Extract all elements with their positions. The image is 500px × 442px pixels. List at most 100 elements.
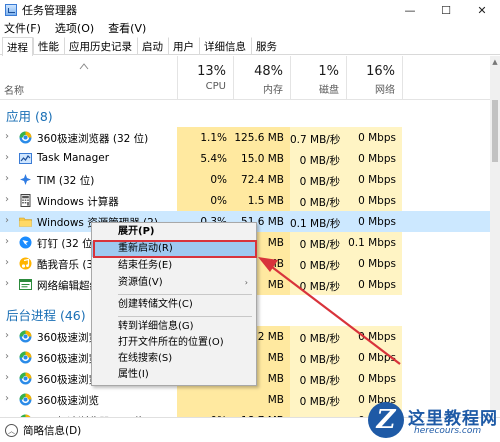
disk-cell: 0.7 MB/秒 bbox=[290, 127, 346, 148]
ctx-separator bbox=[118, 316, 252, 317]
network-cell: 0 Mbps bbox=[346, 253, 402, 274]
disk-cell: 0 MB/秒 bbox=[290, 190, 346, 211]
task-manager-icon bbox=[5, 4, 17, 16]
disk-cell: 0 MB/秒 bbox=[290, 326, 346, 347]
expand-chevron-icon[interactable]: › bbox=[5, 237, 13, 247]
collapse-up-icon: ︿ bbox=[5, 424, 18, 437]
process-name: 360极速浏览 bbox=[37, 374, 100, 386]
360-browser-icon bbox=[19, 330, 32, 343]
360-browser-icon bbox=[19, 131, 32, 144]
scroll-up-icon[interactable]: ▲ bbox=[490, 57, 500, 67]
ctx-end-task[interactable]: 结束任务(E) bbox=[92, 258, 256, 274]
network-column-header[interactable]: 16% 网络 bbox=[346, 56, 402, 100]
context-menu: 展开(P) 重新启动(R) 结束任务(E) 资源值(V) › 创建转储文件(C)… bbox=[91, 222, 257, 386]
disk-cell: 0 MB/秒 bbox=[290, 274, 346, 295]
tab-details[interactable]: 详细信息 bbox=[199, 37, 251, 55]
table-row[interactable]: › Task Manager 5.4% 15.0 MB 0 MB/秒 0 Mbps bbox=[0, 148, 490, 169]
window-controls: — ☐ ✕ bbox=[392, 0, 500, 20]
tab-services[interactable]: 服务 bbox=[251, 37, 282, 55]
expand-chevron-icon[interactable]: › bbox=[5, 279, 13, 289]
memory-column-header[interactable]: 48% 内存 bbox=[233, 56, 290, 100]
ctx-properties[interactable]: 属性(I) bbox=[92, 367, 256, 383]
cpu-cell: 1.1% bbox=[177, 127, 233, 148]
ctx-search-online[interactable]: 在线搜索(S) bbox=[92, 351, 256, 367]
network-cell: 0 Mbps bbox=[346, 368, 402, 389]
tab-strip: 进程 性能 应用历史记录 启动 用户 详细信息 服务 bbox=[0, 37, 500, 56]
tab-users[interactable]: 用户 bbox=[168, 37, 199, 55]
minimize-button[interactable]: — bbox=[392, 0, 428, 20]
cpu-cell: 5.4% bbox=[177, 148, 233, 169]
360-browser-icon bbox=[19, 372, 32, 385]
process-name: 360极速浏览 bbox=[37, 332, 100, 344]
ctx-open-file-location[interactable]: 打开文件所在的位置(O) bbox=[92, 335, 256, 351]
network-cell: 0 Mbps bbox=[358, 216, 396, 228]
web-editor-icon bbox=[19, 278, 32, 291]
memory-cell: 72.4 MB bbox=[233, 169, 290, 190]
scrollbar-thumb[interactable] bbox=[492, 100, 498, 162]
calculator-icon bbox=[19, 194, 32, 207]
maximize-button[interactable]: ☐ bbox=[428, 0, 464, 20]
fewer-details-button[interactable]: ︿ 简略信息(D) bbox=[5, 423, 81, 438]
table-row[interactable]: › TIM (32 位) 0% 72.4 MB 0 MB/秒 0 Mbps bbox=[0, 169, 490, 190]
process-name: Windows 计算器 bbox=[37, 196, 119, 208]
process-name: 钉钉 (32 位) bbox=[37, 238, 97, 250]
ctx-create-dump[interactable]: 创建转储文件(C) bbox=[92, 297, 256, 313]
process-name: 360极速浏览器 (32 位) bbox=[37, 133, 149, 145]
sort-ascending-icon[interactable] bbox=[79, 62, 89, 70]
disk-cell: 0 MB/秒 bbox=[290, 389, 346, 410]
expand-chevron-icon[interactable]: › bbox=[5, 174, 13, 184]
expand-chevron-icon[interactable]: › bbox=[5, 331, 13, 341]
network-cell: 0 Mbps bbox=[346, 169, 402, 190]
menu-view[interactable]: 查看(V) bbox=[108, 20, 146, 36]
memory-cell: MB bbox=[233, 389, 290, 410]
ctx-separator bbox=[118, 294, 252, 295]
explorer-icon bbox=[19, 215, 32, 228]
tab-startup[interactable]: 启动 bbox=[137, 37, 168, 55]
column-header: 名称 13% CPU 48% 内存 1% 磁盘 16% 网络 bbox=[0, 56, 500, 100]
table-row[interactable]: › Windows 计算器 0% 1.5 MB 0 MB/秒 0 Mbps bbox=[0, 190, 490, 211]
cpu-cell: 0% bbox=[177, 190, 233, 211]
fewer-details-label: 简略信息(D) bbox=[23, 425, 82, 437]
disk-column-header[interactable]: 1% 磁盘 bbox=[290, 56, 346, 100]
cpu-cell: 0% bbox=[177, 169, 233, 190]
network-cell: 0.1 Mbps bbox=[346, 232, 402, 253]
memory-cell: 1.5 MB bbox=[233, 190, 290, 211]
ctx-expand[interactable]: 展开(P) bbox=[92, 224, 256, 240]
expand-chevron-icon[interactable]: › bbox=[5, 373, 13, 383]
expand-chevron-icon[interactable]: › bbox=[5, 132, 13, 142]
watermark-url: herecours.com bbox=[414, 426, 482, 436]
process-name: 360极速浏览 bbox=[37, 353, 100, 365]
title-bar: 任务管理器 — ☐ ✕ bbox=[0, 0, 500, 20]
ctx-resource-values[interactable]: 资源值(V) › bbox=[92, 275, 256, 291]
menu-file[interactable]: 文件(F) bbox=[4, 20, 41, 36]
cpu-cell bbox=[177, 389, 233, 410]
tab-app-history[interactable]: 应用历史记录 bbox=[64, 37, 137, 55]
table-row[interactable]: › 360极速浏览器 (32 位) 1.1% 125.6 MB 0.7 MB/秒 0 Mb… bbox=[0, 127, 490, 148]
disk-cell: 0.1 MB/秒 bbox=[290, 218, 341, 230]
section-background: 后台进程 (46) bbox=[6, 308, 86, 323]
expand-chevron-icon[interactable]: › bbox=[5, 216, 13, 226]
disk-cell: 0 MB/秒 bbox=[290, 347, 346, 368]
tim-icon bbox=[19, 173, 32, 186]
menu-options[interactable]: 选项(O) bbox=[55, 20, 94, 36]
disk-cell: 0 MB/秒 bbox=[290, 253, 346, 274]
ctx-go-to-details[interactable]: 转到详细信息(G) bbox=[92, 319, 256, 335]
expand-chevron-icon[interactable]: › bbox=[5, 352, 13, 362]
cpu-column-header[interactable]: 13% CPU bbox=[177, 56, 233, 100]
network-cell: 0 Mbps bbox=[346, 274, 402, 295]
tab-processes[interactable]: 进程 bbox=[2, 37, 33, 56]
process-name: TIM (32 位) bbox=[37, 175, 95, 187]
section-apps: 应用 (8) bbox=[6, 109, 53, 124]
restart-highlight-box bbox=[93, 240, 257, 258]
expand-chevron-icon[interactable]: › bbox=[5, 195, 13, 205]
expand-chevron-icon[interactable]: › bbox=[5, 153, 13, 163]
ctx-resource-values-label: 资源值(V) bbox=[118, 277, 163, 288]
memory-cell: 15.0 MB bbox=[233, 148, 290, 169]
name-column-header[interactable]: 名称 bbox=[4, 82, 24, 97]
expand-chevron-icon[interactable]: › bbox=[5, 258, 13, 268]
close-button[interactable]: ✕ bbox=[464, 0, 500, 20]
tab-performance[interactable]: 性能 bbox=[33, 37, 64, 55]
task-manager-icon bbox=[19, 152, 32, 165]
disk-cell: 0 MB/秒 bbox=[290, 169, 346, 190]
expand-chevron-icon[interactable]: › bbox=[5, 394, 13, 404]
